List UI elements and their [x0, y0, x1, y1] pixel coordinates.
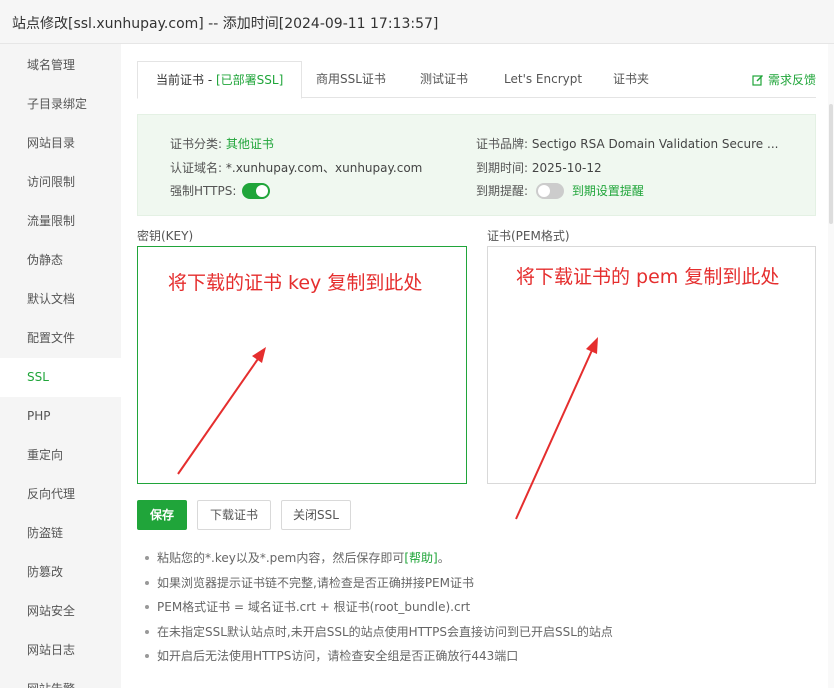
tip-text: 粘贴您的*.key以及*.pem内容，然后保存即可	[157, 551, 405, 565]
sidebar-item-alert[interactable]: 网站告警	[0, 670, 121, 688]
force-https-row: 强制HTTPS:	[170, 182, 271, 199]
sidebar-item-traffic-limit[interactable]: 流量限制	[0, 202, 121, 241]
cert-category-label: 证书分类:	[170, 137, 223, 151]
toggle-knob	[256, 185, 269, 197]
key-annotation: 将下载的证书 key 复制到此处	[168, 272, 423, 294]
sidebar-item-config[interactable]: 配置文件	[0, 319, 121, 358]
sidebar-item-rewrite[interactable]: 伪静态	[0, 241, 121, 280]
scrollbar[interactable]	[828, 44, 834, 688]
download-cert-button[interactable]: 下载证书	[197, 500, 271, 530]
cert-info-panel: 证书分类: 其他证书 认证域名: *.xunhupay.com、xunhupay…	[137, 114, 816, 216]
tip-item: PEM格式证书 = 域名证书.crt + 根证书(root_bundle).cr…	[143, 597, 803, 622]
ssl-deployed-badge: [已部署SSL]	[215, 73, 284, 87]
close-icon[interactable]	[820, 0, 834, 44]
expire-remind-toggle[interactable]	[535, 183, 564, 199]
cert-brand-row: 证书品牌: Sectigo RSA Domain Validation Secu…	[476, 135, 778, 152]
sidebar-item-ssl[interactable]: SSL	[0, 358, 121, 397]
key-field-label: 密钥(KEY)	[137, 229, 194, 243]
cert-brand-value: Sectigo RSA Domain Validation Secure ...	[531, 137, 779, 151]
sidebar: 域名管理 子目录绑定 网站目录 访问限制 流量限制 伪静态 默认文档 配置文件 …	[0, 44, 121, 688]
tab-lets-encrypt[interactable]: Let's Encrypt	[504, 61, 582, 98]
sidebar-item-domain[interactable]: 域名管理	[0, 46, 121, 85]
sidebar-item-default-doc[interactable]: 默认文档	[0, 280, 121, 319]
tip-item: 在未指定SSL默认站点时,未开启SSL的站点使用HTTPS会直接访问到已开启SS…	[143, 622, 803, 647]
sidebar-item-tamper[interactable]: 防篡改	[0, 553, 121, 592]
site-edit-dialog: 站点修改[ssl.xunhupay.com] -- 添加时间[2024-09-1…	[0, 0, 834, 688]
tip-item: 粘贴您的*.key以及*.pem内容，然后保存即可[帮助]。	[143, 548, 803, 573]
scroll-thumb[interactable]	[829, 104, 833, 224]
edit-icon	[752, 75, 763, 86]
tab-current-cert[interactable]: 当前证书 - [已部署SSL]	[137, 61, 303, 99]
cert-expire-row: 到期时间: 2025-10-12	[476, 159, 602, 176]
cert-expire-value: 2025-10-12	[531, 161, 602, 175]
force-https-toggle[interactable]	[242, 183, 271, 199]
feedback-link[interactable]: 需求反馈	[752, 71, 816, 88]
sidebar-item-security[interactable]: 网站安全	[0, 592, 121, 631]
ssl-tabs: 当前证书 - [已部署SSL] 商用SSL证书 测试证书 Let's Encry…	[137, 61, 816, 99]
tab-cert-folder[interactable]: 证书夹	[613, 61, 649, 98]
tip-item: 如果浏览器提示证书链不完整,请检查是否正确拼接PEM证书	[143, 573, 803, 598]
sidebar-item-access-limit[interactable]: 访问限制	[0, 163, 121, 202]
tips-list: 粘贴您的*.key以及*.pem内容，然后保存即可[帮助]。 如果浏览器提示证书…	[143, 548, 803, 671]
tip-suffix: 。	[437, 551, 450, 565]
dialog-titlebar: 站点修改[ssl.xunhupay.com] -- 添加时间[2024-09-1…	[0, 0, 834, 44]
toggle-knob	[537, 185, 550, 197]
tip-item: 如开启后无法使用HTTPS访问，请检查安全组是否正确放行443端口	[143, 646, 803, 671]
tab-current-label: 当前证书 -	[156, 73, 216, 87]
cert-domain-label: 认证域名:	[170, 161, 223, 175]
expire-remind-row: 到期提醒: 到期设置提醒	[476, 182, 644, 199]
tab-commercial-ssl[interactable]: 商用SSL证书	[316, 61, 386, 98]
cert-domain-value: *.xunhupay.com、xunhupay.com	[225, 161, 423, 175]
feedback-label: 需求反馈	[767, 73, 816, 87]
force-https-label: 强制HTTPS:	[170, 184, 237, 198]
sidebar-item-site-dir[interactable]: 网站目录	[0, 124, 121, 163]
cert-category-row: 证书分类: 其他证书	[170, 135, 274, 152]
close-ssl-button[interactable]: 关闭SSL	[281, 500, 351, 530]
tab-test-cert[interactable]: 测试证书	[420, 61, 468, 98]
save-button[interactable]: 保存	[137, 500, 187, 530]
help-link[interactable]: [帮助]	[404, 551, 437, 565]
cert-brand-label: 证书品牌:	[476, 137, 529, 151]
sidebar-item-logs[interactable]: 网站日志	[0, 631, 121, 670]
cert-field-label: 证书(PEM格式)	[487, 229, 570, 243]
cert-category-value: 其他证书	[225, 137, 274, 151]
cert-domain-row: 认证域名: *.xunhupay.com、xunhupay.com	[170, 159, 422, 176]
cert-annotation: 将下载证书的 pem 复制到此处	[516, 266, 780, 288]
expire-remind-link[interactable]: 到期设置提醒	[572, 184, 644, 198]
cert-expire-label: 到期时间:	[476, 161, 529, 175]
dialog-title: 站点修改[ssl.xunhupay.com] -- 添加时间[2024-09-1…	[12, 16, 439, 32]
sidebar-item-redirect[interactable]: 重定向	[0, 436, 121, 475]
expire-remind-label: 到期提醒:	[476, 184, 529, 198]
sidebar-item-php[interactable]: PHP	[0, 397, 121, 436]
sidebar-item-hotlink[interactable]: 防盗链	[0, 514, 121, 553]
sidebar-item-subdir[interactable]: 子目录绑定	[0, 85, 121, 124]
sidebar-item-reverse-proxy[interactable]: 反向代理	[0, 475, 121, 514]
